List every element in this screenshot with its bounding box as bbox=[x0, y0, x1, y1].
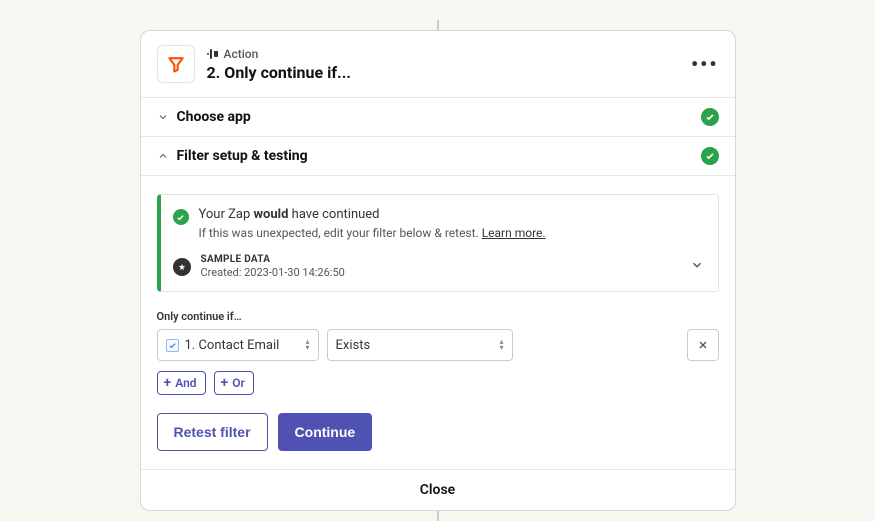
action-label: Action bbox=[224, 47, 259, 61]
select-caret-icon: ▴▾ bbox=[305, 339, 309, 351]
filter-condition-select[interactable]: Exists ▴▾ bbox=[327, 329, 513, 361]
continue-button[interactable]: Continue bbox=[278, 413, 373, 451]
select-caret-icon: ▴▾ bbox=[499, 339, 503, 351]
add-or-rule-button[interactable]: + Or bbox=[214, 371, 254, 395]
action-path-icon bbox=[207, 49, 218, 59]
filter-field-select[interactable]: 1. Contact Email ▴▾ bbox=[157, 329, 319, 361]
retest-filter-button[interactable]: Retest filter bbox=[157, 413, 268, 451]
success-check-icon bbox=[173, 209, 189, 225]
action-step-modal: Action 2. Only continue if... ••• Choose… bbox=[140, 30, 736, 511]
section-filter-setup[interactable]: Filter setup & testing bbox=[141, 137, 735, 176]
chevron-up-icon bbox=[157, 150, 169, 162]
learn-more-link[interactable]: Learn more. bbox=[482, 226, 546, 240]
sample-data-row[interactable]: SAMPLE DATA Created: 2023-01-30 14:26:50 bbox=[173, 254, 704, 279]
close-button[interactable]: Close bbox=[141, 469, 735, 510]
chevron-down-icon bbox=[157, 111, 169, 123]
remove-rule-button[interactable] bbox=[687, 329, 719, 361]
add-and-rule-button[interactable]: + And bbox=[157, 371, 206, 395]
plus-icon: + bbox=[164, 376, 172, 390]
filter-label: Only continue if… bbox=[157, 310, 719, 323]
step-title: 2. Only continue if... bbox=[207, 63, 691, 82]
contact-check-icon bbox=[166, 339, 179, 352]
overflow-menu-button[interactable]: ••• bbox=[691, 52, 719, 76]
test-result-alert: Your Zap would have continued If this wa… bbox=[157, 194, 719, 292]
sample-data-created: Created: 2023-01-30 14:26:50 bbox=[201, 266, 680, 279]
check-badge-icon bbox=[701, 147, 719, 165]
chevron-down-icon bbox=[690, 258, 704, 276]
alert-subtext: If this was unexpected, edit your filter… bbox=[199, 226, 546, 240]
check-badge-icon bbox=[701, 108, 719, 126]
filter-app-icon bbox=[157, 45, 195, 83]
sample-data-icon bbox=[173, 258, 191, 276]
sample-data-label: SAMPLE DATA bbox=[201, 254, 680, 265]
section-choose-app[interactable]: Choose app bbox=[141, 98, 735, 137]
alert-message: Your Zap would have continued bbox=[199, 207, 546, 222]
step-header: Action 2. Only continue if... ••• bbox=[141, 31, 735, 98]
plus-icon: + bbox=[221, 376, 229, 390]
